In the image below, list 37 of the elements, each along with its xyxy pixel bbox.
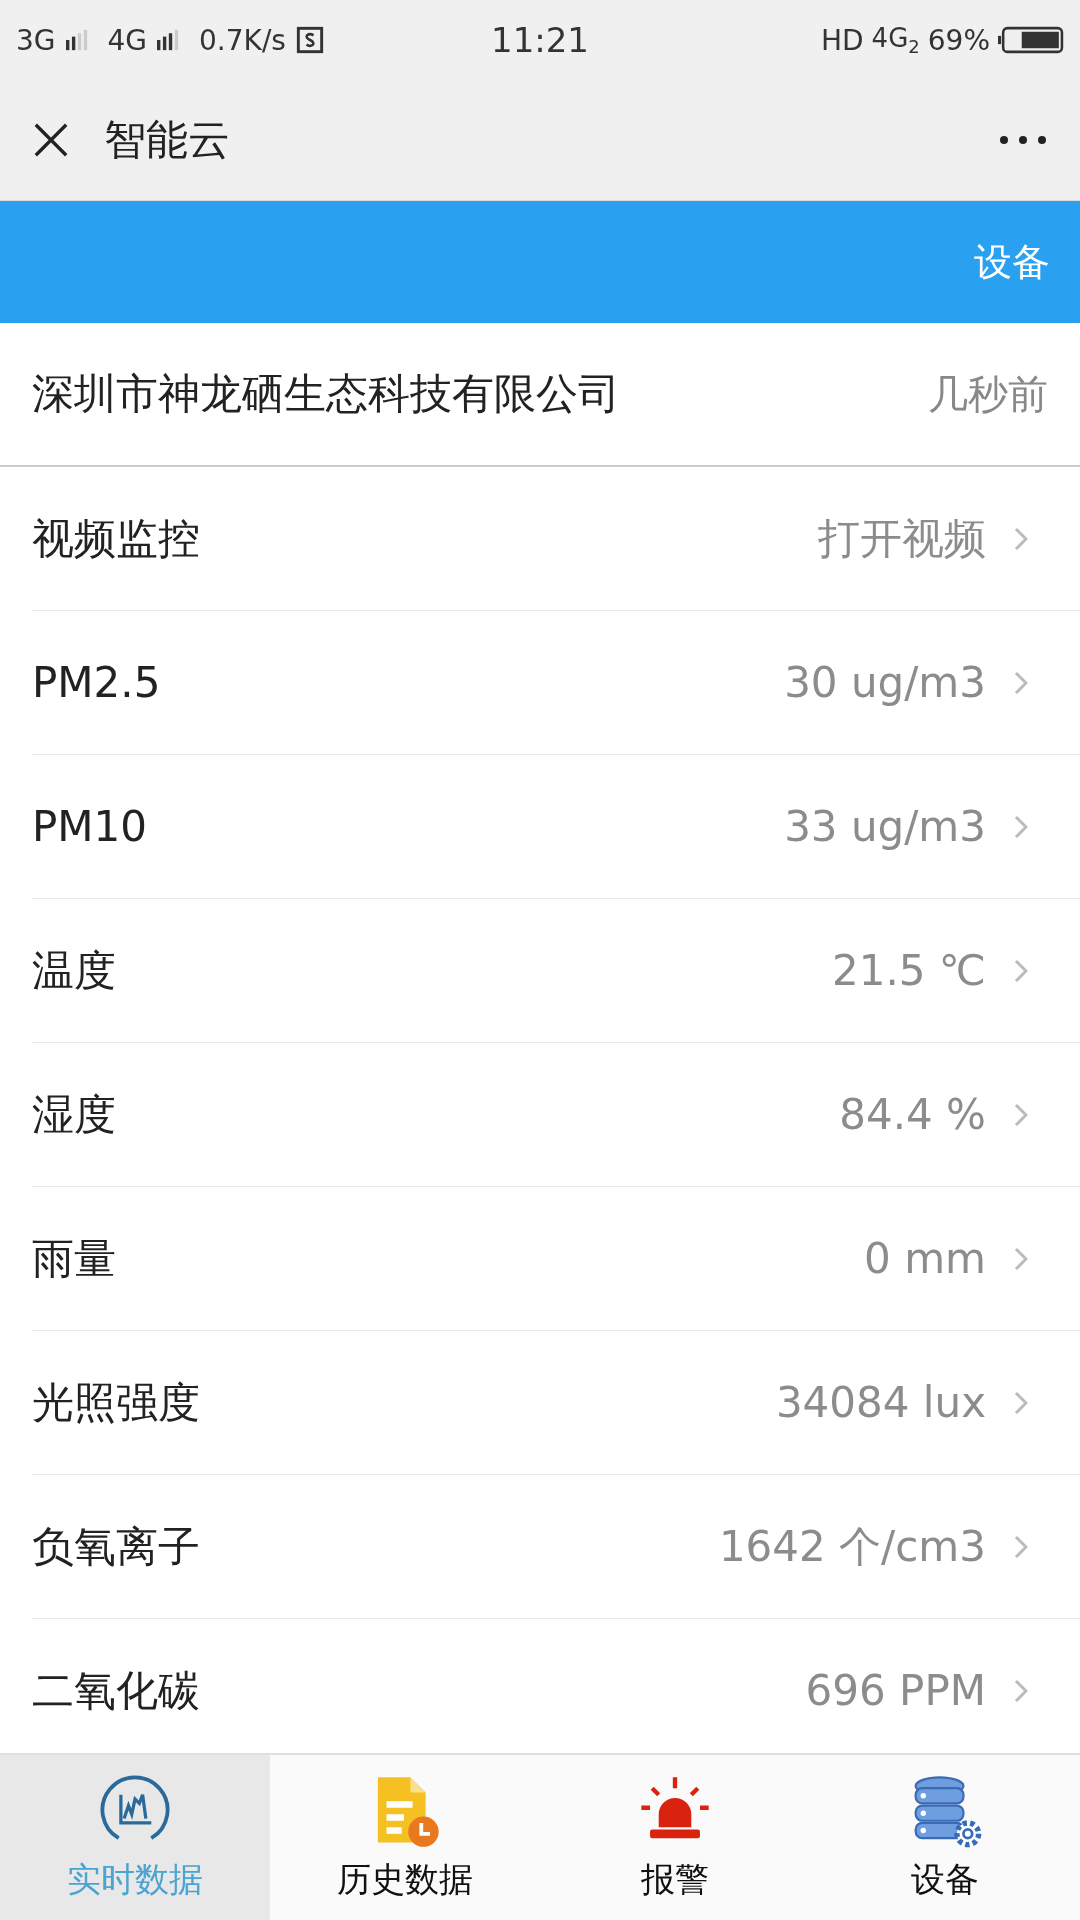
list-item[interactable]: 负氧离子 1642 个/cm3 <box>32 1475 1080 1619</box>
chevron-icon <box>1014 1534 1028 1559</box>
signal-icon <box>157 29 180 51</box>
tab[interactable]: 历史数据 <box>270 1755 540 1920</box>
network-speed: 0.7K/s <box>199 23 286 57</box>
list-item[interactable]: PM2.5 30 ug/m3 <box>32 611 1080 755</box>
battery-icon <box>998 26 1064 54</box>
signal-icon <box>65 29 88 51</box>
network-label: 4G <box>107 23 148 57</box>
chevron-icon <box>1014 526 1028 551</box>
chevron-icon <box>1014 1678 1028 1703</box>
battery-level: 69% <box>927 23 990 57</box>
chevron-icon <box>1014 814 1028 839</box>
app-notification-icon <box>295 26 324 54</box>
chevron-icon <box>1014 1102 1028 1127</box>
list-item[interactable]: 视频监控 打开视频 <box>32 467 1080 611</box>
list-item[interactable]: 二氧化碳 696 PPM <box>32 1619 1080 1753</box>
network-label: 4G$_{2}$ <box>871 22 920 58</box>
list-item[interactable]: 光照强度 34084 lux <box>32 1331 1080 1475</box>
tab[interactable]: 报警 <box>540 1755 810 1920</box>
list-item[interactable]: 雨量 0 mm <box>32 1187 1080 1331</box>
list-item[interactable]: 湿度 84.4 % <box>32 1043 1080 1187</box>
page-title: 智能云 <box>104 114 231 166</box>
update-time: 几秒前 <box>928 369 1048 419</box>
company-name: 深圳市神龙硒生态科技有限公司 <box>32 368 620 420</box>
tab[interactable]: 设备 <box>810 1755 1080 1920</box>
more-icon[interactable] <box>998 134 1048 146</box>
network-label: 3G <box>16 23 56 57</box>
chevron-icon <box>1014 670 1028 695</box>
clock: 11:21 <box>491 20 589 60</box>
chevron-icon <box>1014 1390 1028 1415</box>
hd-label: HD <box>821 23 864 57</box>
list-item[interactable]: 温度 21.5 ℃ <box>32 899 1080 1043</box>
chevron-icon <box>1014 1246 1028 1271</box>
list-item[interactable]: PM10 33 ug/m3 <box>32 755 1080 899</box>
chevron-icon <box>1014 958 1028 983</box>
close-icon[interactable] <box>32 121 70 159</box>
